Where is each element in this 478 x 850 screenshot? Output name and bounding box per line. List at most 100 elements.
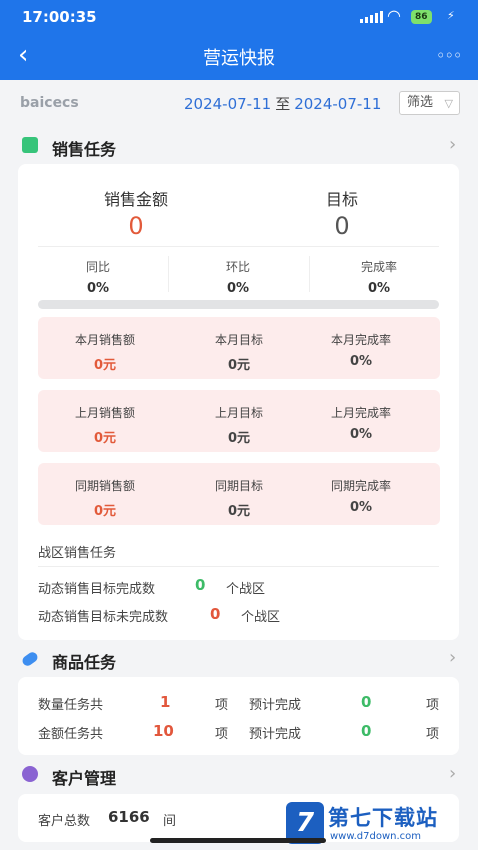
- sales-task-header[interactable]: 销售任务 ›: [0, 128, 478, 164]
- sales-task-title: 销售任务: [52, 140, 117, 159]
- progress-bar: [38, 300, 439, 309]
- amount-task-unit: 项: [215, 727, 229, 742]
- panel-label: 同期目标: [214, 479, 263, 493]
- wifi-icon: ◠: [387, 6, 401, 25]
- battery-indicator: 86: [411, 10, 432, 24]
- target-label: 目标: [325, 190, 358, 209]
- start-date[interactable]: 2024-07-11: [184, 95, 271, 113]
- qty-task-unit: 项: [215, 698, 229, 713]
- filter-button[interactable]: 筛选 ▽: [399, 91, 460, 115]
- panel-value: 0%: [349, 354, 373, 369]
- panel-cell: 本月完成率 0%: [294, 331, 428, 369]
- more-button[interactable]: ◦◦◦: [436, 46, 462, 65]
- customer-total-unit: 间: [163, 814, 177, 829]
- sales-amount-value: 0: [128, 212, 144, 240]
- sales-amount-label: 销售金额: [103, 190, 168, 209]
- target-value: 0: [334, 212, 350, 240]
- mom-value: 0%: [226, 281, 250, 296]
- panel-label: 本月销售额: [74, 333, 135, 347]
- qty-task-label: 数量任务共: [38, 698, 104, 713]
- panel-label: 同期完成率: [330, 479, 391, 493]
- panel-value: 0元: [227, 431, 251, 446]
- zone-undone-value: 0: [210, 605, 221, 623]
- panel-cell: 上月目标 0元: [172, 404, 306, 446]
- signal-icon: [360, 11, 383, 23]
- more-icon: ◦◦◦: [436, 46, 462, 65]
- panel-label: 上月完成率: [330, 406, 391, 420]
- zone-done-label: 动态销售目标完成数: [38, 582, 156, 597]
- qty-expect-label: 预计完成: [249, 698, 302, 713]
- zone-done-value: 0: [195, 576, 206, 594]
- chevron-right-icon[interactable]: ›: [449, 134, 456, 155]
- product-task-header[interactable]: 商品任务 ›: [0, 641, 478, 677]
- status-time: 17:00:35: [22, 8, 97, 26]
- zone-undone-label: 动态销售目标未完成数: [38, 610, 169, 625]
- zone-task-title: 战区销售任务: [38, 546, 117, 561]
- completion-value: 0%: [367, 281, 391, 296]
- last-month-panel: 上月销售额 0元 上月目标 0元 上月完成率 0%: [38, 390, 440, 452]
- panel-value: 0元: [227, 504, 251, 519]
- qty-done-unit: 项: [426, 698, 440, 713]
- panel-value: 0元: [93, 504, 117, 519]
- panel-value: 0元: [227, 358, 251, 373]
- customer-header[interactable]: 客户管理 ›: [0, 757, 478, 793]
- divider: [38, 246, 439, 247]
- yoy-value: 0%: [86, 281, 110, 296]
- chevron-right-icon[interactable]: ›: [449, 647, 456, 668]
- panel-cell: 同期目标 0元: [172, 477, 306, 519]
- panel-value: 0元: [93, 358, 117, 373]
- zone-undone-unit: 个战区: [241, 610, 281, 625]
- panel-label: 同期销售额: [74, 479, 135, 493]
- panel-cell: 本月目标 0元: [172, 331, 306, 373]
- panel-label: 上月目标: [214, 406, 263, 420]
- mom-label: 环比: [225, 260, 250, 274]
- chevron-right-icon[interactable]: ›: [449, 763, 456, 784]
- status-bar: 17:00:35 ◠ 86 ⚡: [0, 0, 478, 34]
- qty-done-value: 0: [361, 693, 372, 711]
- sales-amount-block: 销售金额 0: [36, 186, 236, 240]
- panel-label: 本月完成率: [330, 333, 391, 347]
- amount-task-label: 金额任务共: [38, 727, 104, 742]
- filter-bar: baicecs 2024-07-11 至 2024-07-11 筛选 ▽: [0, 80, 478, 128]
- completion-label: 完成率: [360, 260, 397, 274]
- amount-done-value: 0: [361, 722, 372, 740]
- pill-icon: [20, 650, 40, 668]
- home-indicator: [150, 838, 326, 843]
- bag-icon: [22, 137, 38, 153]
- divider: [38, 566, 439, 567]
- panel-cell: 上月完成率 0%: [294, 404, 428, 442]
- target-block: 目标 0: [242, 186, 442, 240]
- panel-cell: 同期销售额 0元: [38, 477, 172, 519]
- amount-done-unit: 项: [426, 727, 440, 742]
- product-task-title: 商品任务: [52, 653, 117, 672]
- sales-task-card: 销售金额 0 目标 0 同比 0% 环比 0% 完成率 0% 本月销售额 0元 本…: [18, 164, 459, 640]
- month-panel: 本月销售额 0元 本月目标 0元 本月完成率 0%: [38, 317, 440, 379]
- qty-task-count: 1: [160, 693, 171, 711]
- filter-icon: ▽: [444, 97, 453, 110]
- user-icon: [22, 766, 38, 782]
- date-separator: 至: [275, 95, 291, 113]
- customer-total-label: 客户总数: [38, 814, 91, 829]
- product-task-card: 数量任务共 1 项 预计完成 0 项 金额任务共 10 项 预计完成 0 项: [18, 677, 459, 755]
- panel-cell: 上月销售额 0元: [38, 404, 172, 446]
- date-range[interactable]: 2024-07-11 至 2024-07-11: [184, 93, 381, 114]
- watermark-url: www.d7down.com: [330, 831, 422, 842]
- same-period-panel: 同期销售额 0元 同期目标 0元 同期完成率 0%: [38, 463, 440, 525]
- end-date[interactable]: 2024-07-11: [294, 95, 381, 113]
- watermark-text: 第七下载站: [328, 806, 438, 830]
- amount-expect-label: 预计完成: [249, 727, 302, 742]
- panel-value: 0%: [349, 500, 373, 515]
- customer-title: 客户管理: [52, 769, 117, 788]
- filter-button-label: 筛选: [407, 95, 434, 110]
- amount-task-count: 10: [153, 722, 174, 740]
- panel-value: 0%: [349, 427, 373, 442]
- panel-label: 本月目标: [214, 333, 263, 347]
- org-name: baicecs: [20, 95, 79, 111]
- zone-done-unit: 个战区: [226, 582, 266, 597]
- customer-total-value: 6166: [108, 808, 150, 826]
- completion-rate: 完成率 0%: [309, 258, 449, 296]
- top-nav: ‹ 营运快报 ◦◦◦: [0, 34, 478, 80]
- yoy-rate: 同比 0%: [28, 258, 168, 296]
- panel-value: 0元: [93, 431, 117, 446]
- mom-rate: 环比 0%: [168, 258, 308, 296]
